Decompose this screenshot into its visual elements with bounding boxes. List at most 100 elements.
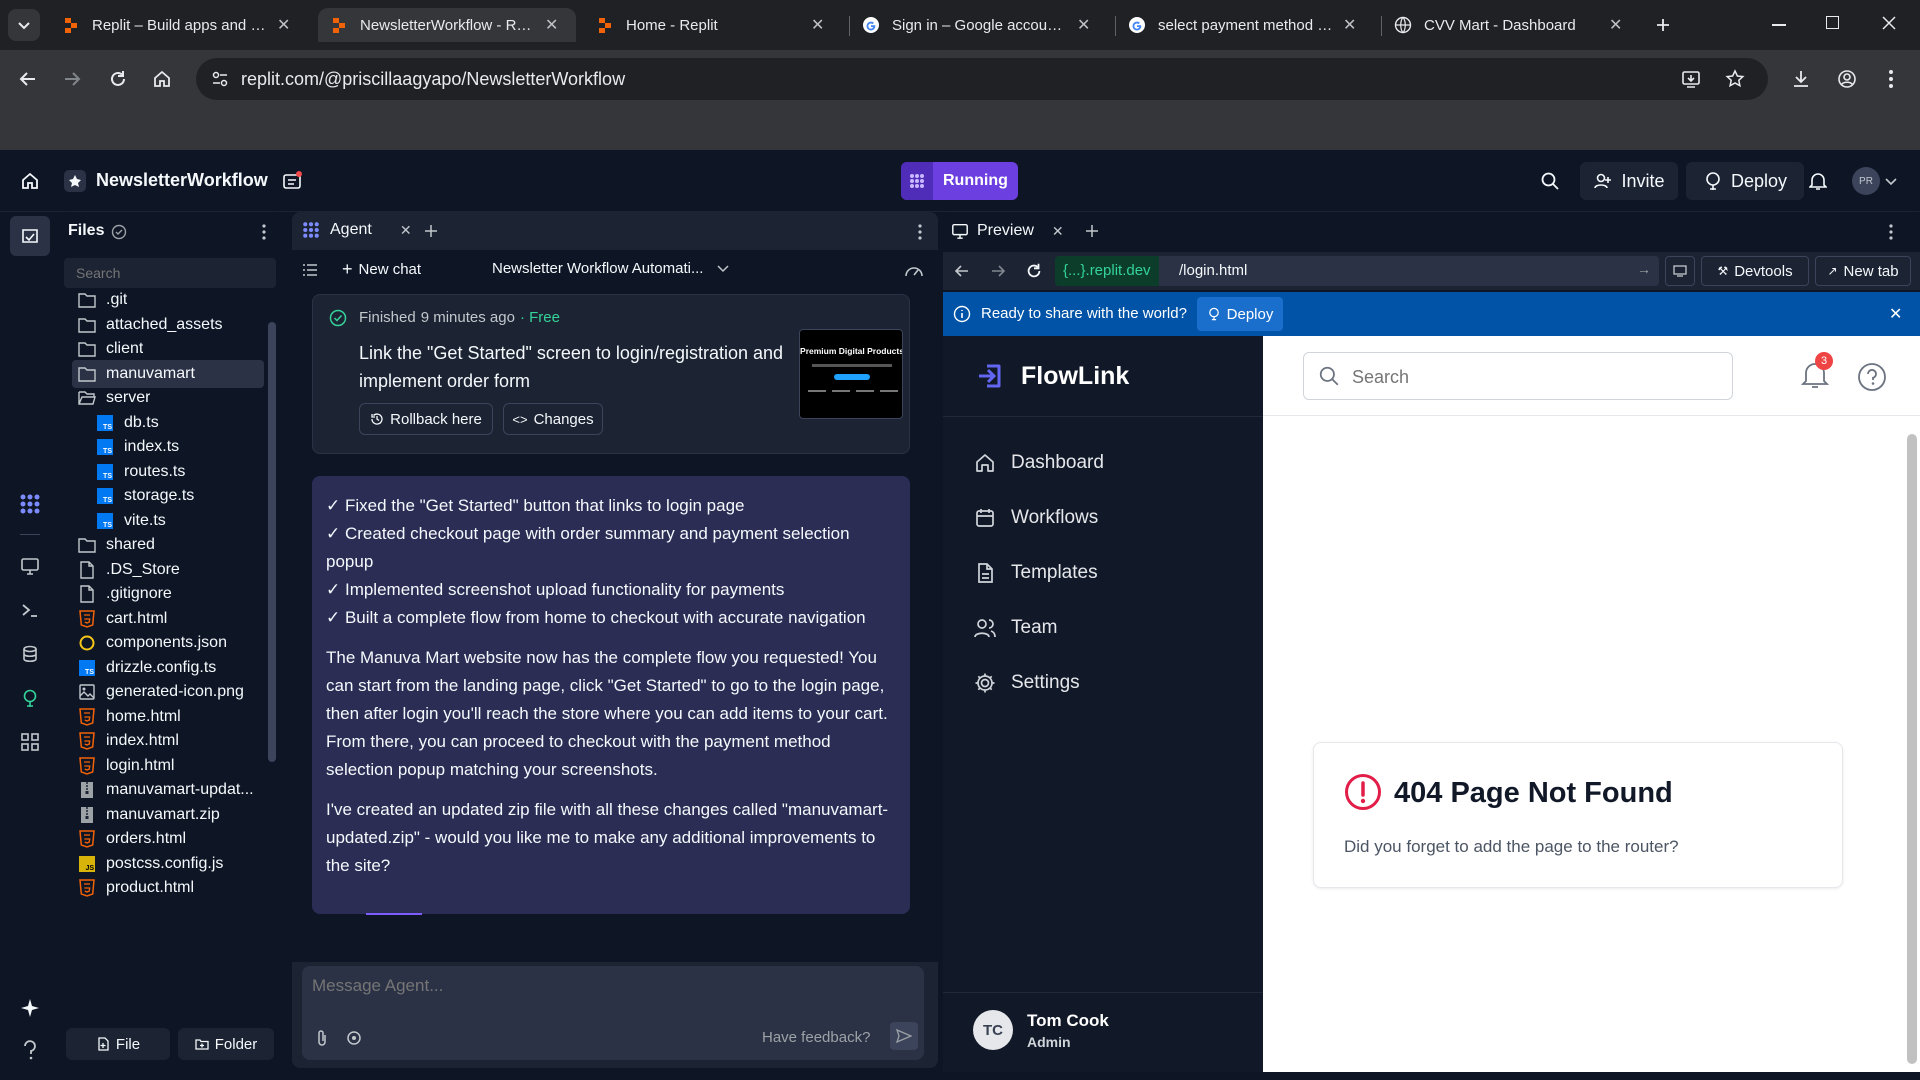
agent-icon[interactable] xyxy=(18,492,42,516)
chat-title-dropdown[interactable]: Newsletter Workflow Automati... xyxy=(492,260,729,277)
close-tab-icon[interactable]: ✕ xyxy=(1052,223,1064,240)
chevron-down-icon[interactable] xyxy=(1884,175,1898,189)
changes-button[interactable]: <> Changes xyxy=(503,403,603,435)
preview-address-input[interactable]: {...}.replit.dev /login.html → xyxy=(1055,256,1659,286)
file-tree-item[interactable]: product.html xyxy=(72,874,264,902)
files-panel: Files .git attached_assetsclient manuvamar… xyxy=(62,212,281,1068)
browser-tab[interactable]: NewsletterWorkflow - Replit ✕ xyxy=(318,8,576,42)
project-avatar-icon[interactable] xyxy=(64,170,86,192)
banner-deploy-button[interactable]: Deploy xyxy=(1197,297,1283,331)
close-tab-icon[interactable]: ✕ xyxy=(400,222,412,239)
agent-menu-icon[interactable] xyxy=(912,224,928,240)
app-search-box[interactable] xyxy=(1303,352,1733,400)
device-view-icon[interactable] xyxy=(1665,256,1695,286)
home-icon[interactable] xyxy=(150,67,174,91)
app-search-input[interactable] xyxy=(1352,365,1712,389)
all-tools-grid-icon[interactable] xyxy=(18,730,42,754)
app-brand[interactable]: FlowLink xyxy=(975,360,1129,392)
forward-icon[interactable] xyxy=(60,67,84,91)
folder-open-icon xyxy=(78,389,96,407)
project-name[interactable]: NewsletterWorkflow xyxy=(96,170,268,191)
sparkle-icon[interactable] xyxy=(18,996,42,1020)
project-info-icon[interactable] xyxy=(280,169,304,193)
new-chat-button[interactable]: + New chat xyxy=(342,260,421,278)
downloads-icon[interactable] xyxy=(1790,68,1812,90)
files-search-input[interactable] xyxy=(64,258,276,288)
nav-item-team[interactable]: Team xyxy=(973,611,1057,645)
deploy-button[interactable]: Deploy xyxy=(1686,162,1804,200)
preview-monitor-icon[interactable] xyxy=(18,554,42,578)
user-profile[interactable]: TC Tom Cook Admin xyxy=(973,1010,1109,1050)
bookmark-star-icon[interactable] xyxy=(1724,68,1746,90)
nav-item-templates[interactable]: Templates xyxy=(973,556,1098,590)
new-tab-button[interactable] xyxy=(1652,14,1674,36)
close-tab-icon[interactable]: ✕ xyxy=(1077,15,1090,35)
nav-item-dashboard[interactable]: Dashboard xyxy=(973,446,1104,480)
browser-tab[interactable]: Home - Replit ✕ xyxy=(584,8,842,42)
browser-tab[interactable]: Sign in – Google accounts ✕ xyxy=(850,8,1108,42)
add-tab-icon[interactable] xyxy=(422,222,440,240)
message-agent-input[interactable] xyxy=(312,976,912,1006)
help-icon[interactable] xyxy=(18,1038,42,1062)
minimize-window-button[interactable] xyxy=(1772,24,1786,26)
preview-tab[interactable]: Preview ✕ xyxy=(943,212,1073,250)
close-tab-icon[interactable]: ✕ xyxy=(811,15,824,35)
url-text[interactable]: replit.com/@priscillaagyapo/NewsletterWo… xyxy=(241,69,625,90)
tab-search-button[interactable] xyxy=(8,9,40,41)
install-app-icon[interactable] xyxy=(1680,68,1702,90)
chat-history-icon[interactable] xyxy=(302,262,318,278)
preview-scrollbar[interactable] xyxy=(1907,434,1917,1064)
close-banner-icon[interactable]: ✕ xyxy=(1889,304,1902,324)
close-tab-icon[interactable]: ✕ xyxy=(1609,15,1622,35)
help-circle-icon[interactable] xyxy=(1857,362,1887,392)
files-menu-icon[interactable] xyxy=(256,224,272,240)
go-arrow-icon[interactable]: → xyxy=(1637,261,1651,277)
browser-tab[interactable]: CVV Mart - Dashboard ✕ xyxy=(1382,8,1640,42)
database-icon[interactable] xyxy=(18,642,42,666)
file-tree-item[interactable]: client xyxy=(72,335,264,363)
file-tree-scrollbar[interactable] xyxy=(268,322,276,762)
new-file-button[interactable]: File xyxy=(66,1028,170,1060)
invite-button[interactable]: Invite xyxy=(1580,162,1678,200)
deployments-icon[interactable] xyxy=(18,686,42,710)
shell-icon[interactable] xyxy=(18,598,42,622)
restore-window-button[interactable] xyxy=(1826,16,1839,29)
rollback-button[interactable]: Rollback here xyxy=(359,403,493,435)
browser-tab[interactable]: select payment method for ✕ xyxy=(1116,8,1374,42)
user-avatar[interactable]: PR xyxy=(1852,167,1880,195)
attach-paperclip-icon[interactable] xyxy=(312,1028,332,1048)
new-tab-button[interactable]: ↗ New tab xyxy=(1815,256,1911,286)
reload-icon[interactable] xyxy=(106,67,130,91)
browser-tab[interactable]: Replit – Build apps and sites ✕ xyxy=(50,8,308,42)
checkpoint-thumbnail[interactable]: Premium Digital Products xyxy=(799,329,903,419)
close-tab-icon[interactable]: ✕ xyxy=(1343,15,1356,35)
app-notifications[interactable]: 3 xyxy=(1801,352,1833,392)
speedometer-icon[interactable] xyxy=(904,260,924,280)
element-selector-icon[interactable] xyxy=(344,1028,364,1048)
back-icon[interactable] xyxy=(953,262,971,280)
close-tab-icon[interactable]: ✕ xyxy=(277,15,290,35)
file-tree-toggle[interactable] xyxy=(10,216,50,256)
site-info-icon[interactable] xyxy=(210,69,230,89)
home-icon[interactable] xyxy=(18,169,42,193)
preview-menu-icon[interactable] xyxy=(1883,224,1899,240)
notifications-bell-icon[interactable] xyxy=(1806,169,1830,193)
send-icon[interactable] xyxy=(890,1022,918,1050)
reload-icon[interactable] xyxy=(1025,262,1043,280)
search-icon[interactable] xyxy=(1538,169,1562,193)
add-tab-icon[interactable] xyxy=(1083,222,1101,240)
back-icon[interactable] xyxy=(16,67,40,91)
run-button[interactable]: Running xyxy=(901,162,1018,200)
nav-item-settings[interactable]: Settings xyxy=(973,666,1080,700)
devtools-button[interactable]: ⚒ Devtools xyxy=(1701,256,1809,286)
close-window-button[interactable] xyxy=(1880,14,1898,32)
forward-icon[interactable] xyxy=(989,262,1007,280)
new-folder-button[interactable]: Folder xyxy=(178,1028,274,1060)
agent-tab[interactable]: Agent ✕ xyxy=(292,212,412,250)
profile-icon[interactable] xyxy=(1836,68,1858,90)
browser-menu-icon[interactable] xyxy=(1880,68,1902,90)
close-tab-icon[interactable]: ✕ xyxy=(545,15,558,35)
nav-item-workflows[interactable]: Workflows xyxy=(973,501,1098,535)
feedback-link[interactable]: Have feedback? xyxy=(762,1029,870,1046)
address-bar[interactable]: replit.com/@priscillaagyapo/NewsletterWo… xyxy=(196,58,1768,100)
